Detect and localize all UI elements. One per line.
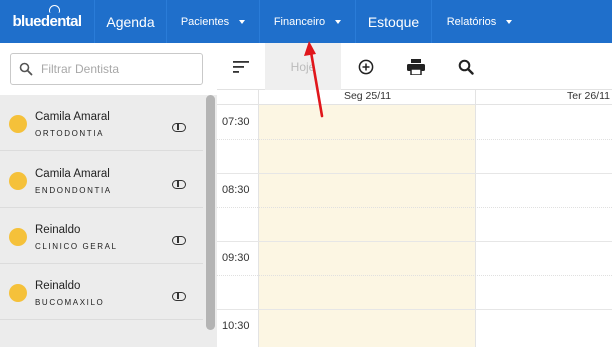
hour-line <box>217 241 612 242</box>
calendar-toolbar: Hoje <box>217 43 612 90</box>
sort-lines-icon <box>233 60 249 73</box>
chevron-down-icon <box>239 20 246 24</box>
visibility-toggle-icon[interactable] <box>172 123 186 132</box>
print-button[interactable] <box>391 43 441 90</box>
visibility-toggle-icon[interactable] <box>172 236 186 245</box>
day-header: Ter 26/11 <box>567 90 610 102</box>
nav-agenda-label: Agenda <box>106 13 155 30</box>
dentist-name: Camila Amaral <box>35 168 110 180</box>
visibility-toggle-icon[interactable] <box>172 292 186 301</box>
dentist-specialty: CLINICO GERAL <box>35 242 118 251</box>
add-appointment-button[interactable] <box>341 43 391 90</box>
today-button[interactable]: Hoje <box>265 43 341 90</box>
top-nav-bar: bluedental Agenda Pacientes Financeiro E… <box>0 0 612 43</box>
search-icon <box>11 54 41 84</box>
time-label: 09:30 <box>222 252 250 264</box>
time-label: 10:30 <box>222 320 250 332</box>
dentist-filter-area <box>0 43 217 95</box>
dentist-item[interactable]: Camila Amaral ENDONDONTIA <box>0 152 203 208</box>
header-divider <box>217 104 612 105</box>
dentist-name: Camila Amaral <box>35 111 110 123</box>
nav-relatorios-label: Relatórios <box>446 15 497 28</box>
hour-line <box>217 173 612 174</box>
nav-financeiro[interactable]: Financeiro <box>259 0 355 43</box>
dentist-name: Reinaldo <box>35 224 81 236</box>
logo-text: bluedental <box>12 13 82 30</box>
today-label: Hoje <box>290 59 316 74</box>
nav-estoque-label: Estoque <box>367 13 420 30</box>
half-hour-line <box>217 139 612 140</box>
dentist-filter-box[interactable] <box>10 53 203 85</box>
dentist-specialty: BUCOMAXILO <box>35 298 105 307</box>
dentist-list: Camila Amaral ORTODONTIA Camila Amaral E… <box>0 95 217 347</box>
half-hour-line <box>217 207 612 208</box>
dentist-item[interactable]: Reinaldo CLINICO GERAL <box>0 208 203 264</box>
nav-estoque[interactable]: Estoque <box>355 0 431 43</box>
time-label: 07:30 <box>222 116 250 128</box>
add-circle-icon <box>358 59 374 74</box>
dentist-specialty: ENDONDONTIA <box>35 186 112 195</box>
search-button[interactable] <box>441 43 491 90</box>
chevron-down-icon <box>506 20 513 24</box>
nav-pacientes[interactable]: Pacientes <box>166 0 259 43</box>
sidebar-scrollbar[interactable] <box>206 95 215 330</box>
nav-relatorios[interactable]: Relatórios <box>431 0 527 43</box>
nav-agenda[interactable]: Agenda <box>94 0 166 43</box>
calendar-grid: Seg 25/11 Ter 26/11 07:30 08:30 09:30 10… <box>217 90 612 347</box>
dentist-color-dot <box>9 115 27 133</box>
hour-line <box>217 309 612 310</box>
dentist-specialty: ORTODONTIA <box>35 129 105 138</box>
dentist-filter-input[interactable] <box>41 62 191 76</box>
half-hour-line <box>217 275 612 276</box>
visibility-toggle-icon[interactable] <box>172 180 186 189</box>
dentist-name: Reinaldo <box>35 280 81 292</box>
dentist-item[interactable]: Reinaldo BUCOMAXILO <box>0 264 203 320</box>
sort-button[interactable] <box>217 43 265 90</box>
dentist-color-dot <box>9 228 27 246</box>
search-icon <box>458 59 474 75</box>
bluedental-logo[interactable]: bluedental <box>0 0 94 43</box>
nav-pacientes-label: Pacientes <box>180 15 230 28</box>
dentist-color-dot <box>9 284 27 302</box>
print-icon <box>407 58 425 75</box>
chevron-down-icon <box>335 20 342 24</box>
dentist-color-dot <box>9 172 27 190</box>
time-label: 08:30 <box>222 184 250 196</box>
day-header: Seg 25/11 <box>343 90 392 102</box>
tooth-icon <box>49 5 60 13</box>
nav-financeiro-label: Financeiro <box>273 15 326 28</box>
dentist-item[interactable]: Camila Amaral ORTODONTIA <box>0 95 203 151</box>
today-column[interactable] <box>259 105 476 347</box>
